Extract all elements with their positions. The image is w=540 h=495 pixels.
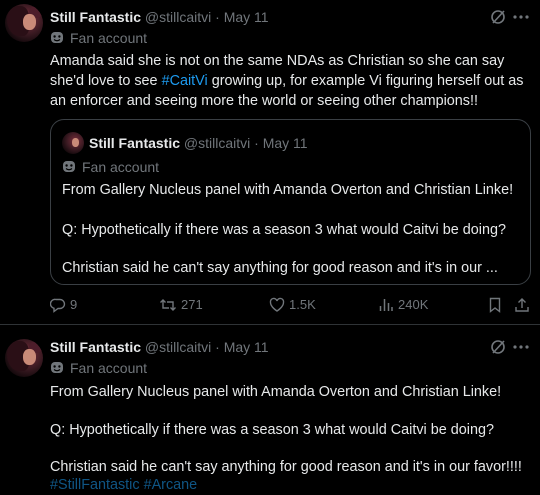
theater-mask-icon — [63, 161, 75, 172]
hashtag-link[interactable]: #CaitVi — [162, 73, 208, 89]
quoted-tweet[interactable]: Still Fantastic @stillcaitvi · May 11 Fa… — [50, 119, 531, 285]
like-count: 1.5K — [289, 297, 316, 312]
bookmark-button[interactable] — [487, 294, 507, 316]
tweet-header: Still Fantastic @stillcaitvi · May 11 — [50, 7, 269, 27]
repost-icon — [160, 299, 176, 311]
tweet-date[interactable]: May 11 — [224, 339, 269, 355]
quote-account-label: Fan account — [62, 157, 159, 177]
reply-icon — [49, 298, 66, 313]
quote-header: Still Fantastic @stillcaitvi · May 11 — [89, 133, 308, 153]
grok-icon[interactable] — [490, 9, 506, 25]
tweet-actions: 9 271 1.5K 240K — [0, 294, 540, 316]
separator: · — [215, 339, 220, 355]
account-label-text: Fan account — [70, 30, 148, 46]
author-name[interactable]: Still Fantastic — [50, 9, 141, 25]
quote-separator: · — [254, 135, 259, 151]
more-icon[interactable] — [512, 8, 530, 26]
tweet-date[interactable]: May 11 — [224, 9, 269, 25]
views-icon — [379, 299, 393, 311]
quote-text-line: Q: Hypothetically if there was a season … — [62, 222, 506, 238]
tweet-header: Still Fantastic @stillcaitvi · May 11 — [50, 337, 269, 357]
repost-count: 271 — [181, 297, 203, 312]
quote-text-line: Christian said he can't say anything for… — [62, 260, 498, 276]
tweet[interactable]: Still Fantastic @stillcaitvi · May 11 Fa… — [0, 325, 540, 493]
account-label: Fan account — [50, 28, 147, 48]
reply-button[interactable]: 9 — [49, 294, 78, 316]
grok-icon[interactable] — [490, 339, 506, 355]
quote-author-handle: @stillcaitvi — [183, 135, 251, 151]
quote-avatar — [62, 132, 84, 154]
quote-date: May 11 — [262, 135, 308, 151]
tweet-text-line: Q: Hypothetically if there was a season … — [50, 422, 494, 438]
author-handle[interactable]: @stillcaitvi — [145, 339, 211, 355]
more-icon[interactable] — [512, 338, 530, 356]
quote-account-label-text: Fan account — [82, 159, 160, 175]
like-button[interactable]: 1.5K — [269, 294, 316, 316]
separator: · — [215, 9, 220, 25]
author-name[interactable]: Still Fantastic — [50, 339, 141, 355]
bookmark-icon — [489, 297, 501, 313]
theater-mask-icon — [51, 32, 63, 43]
views-count: 240K — [398, 297, 429, 312]
tweet-text-line: Christian said he can't say anything for… — [50, 459, 522, 475]
tweet[interactable]: Still Fantastic @stillcaitvi · May 11 Fa… — [0, 0, 540, 325]
author-handle[interactable]: @stillcaitvi — [145, 9, 211, 25]
avatar[interactable] — [5, 4, 43, 42]
reply-count: 9 — [70, 297, 78, 312]
avatar[interactable] — [5, 339, 43, 377]
quote-author-name: Still Fantastic — [89, 135, 181, 151]
cut-off-hashtags[interactable]: #StillFantastic #Arcane — [50, 475, 197, 495]
share-button[interactable] — [514, 294, 534, 316]
tweet-text-line: From Gallery Nucleus panel with Amanda O… — [50, 384, 502, 400]
heart-icon — [269, 297, 285, 312]
repost-button[interactable]: 271 — [159, 294, 203, 316]
quote-text-line: From Gallery Nucleus panel with Amanda O… — [62, 182, 514, 198]
account-label-text: Fan account — [70, 360, 148, 376]
account-label: Fan account — [50, 358, 147, 378]
theater-mask-icon — [51, 362, 63, 373]
share-icon — [515, 298, 529, 312]
tweet-text: Amanda said she is not on the same NDAs … — [50, 51, 530, 111]
views-button[interactable]: 240K — [378, 294, 428, 316]
